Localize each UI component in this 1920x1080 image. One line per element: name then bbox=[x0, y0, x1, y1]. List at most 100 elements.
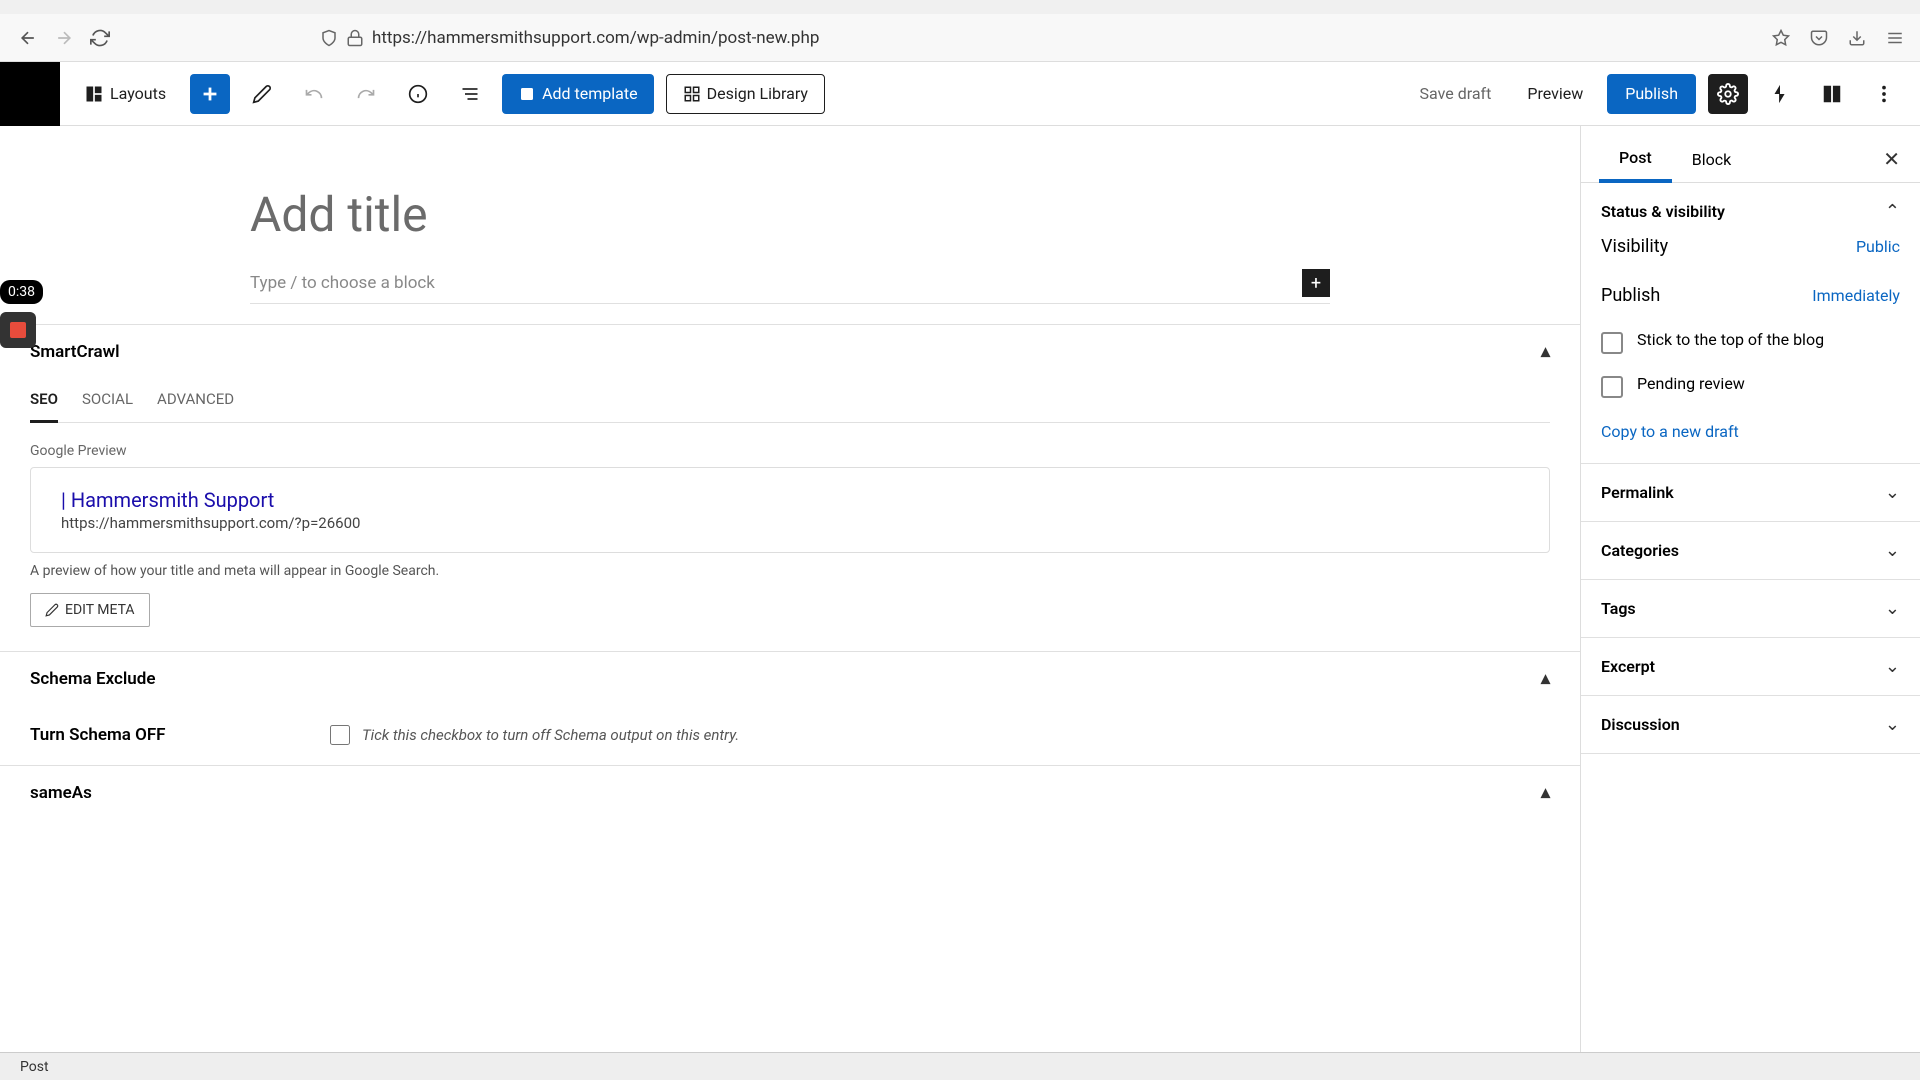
breadcrumb-post[interactable]: Post bbox=[20, 1059, 49, 1075]
reload-button[interactable] bbox=[88, 26, 112, 50]
outline-button[interactable] bbox=[450, 74, 490, 114]
pocket-icon[interactable] bbox=[1810, 29, 1828, 47]
back-button[interactable] bbox=[16, 26, 40, 50]
wp-logo[interactable] bbox=[0, 62, 60, 126]
library-icon bbox=[683, 85, 701, 103]
browser-titlebar bbox=[0, 0, 1920, 14]
chevron-up-icon: ▴ bbox=[1541, 341, 1550, 362]
list-icon bbox=[460, 84, 480, 104]
block-placeholder[interactable]: Type / to choose a block bbox=[250, 273, 1292, 293]
tab-seo[interactable]: SEO bbox=[30, 378, 58, 423]
excerpt-title: Excerpt bbox=[1601, 657, 1655, 676]
sidebar-close-button[interactable]: ✕ bbox=[1863, 147, 1920, 171]
google-preview-title: | Hammersmith Support bbox=[61, 488, 1519, 512]
add-template-label: Add template bbox=[542, 84, 638, 103]
schema-header[interactable]: Schema Exclude ▴ bbox=[0, 652, 1580, 705]
publish-button[interactable]: Publish bbox=[1607, 74, 1696, 114]
google-preview-label: Google Preview bbox=[30, 443, 1550, 459]
gear-icon bbox=[1717, 83, 1739, 105]
schema-off-help: Tick this checkbox to turn off Schema ou… bbox=[362, 726, 739, 744]
settings-sidebar: Post Block ✕ Status & visibility ⌃ Visib… bbox=[1580, 126, 1920, 1052]
stick-label: Stick to the top of the blog bbox=[1637, 330, 1824, 351]
tab-social[interactable]: SOCIAL bbox=[82, 378, 133, 422]
pending-checkbox[interactable] bbox=[1601, 376, 1623, 398]
discussion-header[interactable]: Discussion ⌄ bbox=[1601, 714, 1900, 735]
lock-icon bbox=[346, 29, 364, 47]
download-icon[interactable] bbox=[1848, 29, 1866, 47]
google-preview-url: https://hammersmithsupport.com/?p=26600 bbox=[61, 514, 1519, 532]
menu-icon[interactable] bbox=[1886, 29, 1904, 47]
smartcrawl-header[interactable]: SmartCrawl ▴ bbox=[0, 325, 1580, 378]
post-title-input[interactable]: Add title bbox=[250, 186, 1330, 243]
tab-advanced[interactable]: ADVANCED bbox=[157, 378, 234, 422]
edit-meta-button[interactable]: EDIT META bbox=[30, 593, 150, 627]
tags-header[interactable]: Tags ⌄ bbox=[1601, 598, 1900, 619]
chevron-down-icon: ⌄ bbox=[1885, 714, 1900, 735]
preview-button[interactable]: Preview bbox=[1515, 74, 1595, 114]
plus-icon bbox=[199, 83, 221, 105]
settings-button[interactable] bbox=[1708, 74, 1748, 114]
schema-heading: Schema Exclude bbox=[30, 669, 156, 689]
recording-widget: 0:38 bbox=[0, 280, 43, 348]
recording-stop-button[interactable] bbox=[0, 312, 36, 348]
add-block-button[interactable] bbox=[190, 74, 230, 114]
google-preview-box: | Hammersmith Support https://hammersmit… bbox=[30, 467, 1550, 553]
address-bar[interactable]: https://hammersmithsupport.com/wp-admin/… bbox=[124, 28, 1798, 48]
sameas-heading: sameAs bbox=[30, 783, 92, 803]
editor-toolbar: Layouts Add template Design Library Save… bbox=[0, 62, 1920, 126]
panel-icon bbox=[1821, 83, 1843, 105]
sidebar-tab-block[interactable]: Block bbox=[1672, 138, 1751, 181]
url-text: https://hammersmithsupport.com/wp-admin/… bbox=[372, 28, 819, 48]
panel-button[interactable] bbox=[1812, 74, 1852, 114]
design-library-button[interactable]: Design Library bbox=[666, 74, 825, 114]
edit-meta-label: EDIT META bbox=[65, 602, 135, 618]
edit-button[interactable] bbox=[242, 74, 282, 114]
chevron-up-icon: ⌃ bbox=[1885, 201, 1900, 222]
sameas-panel: sameAs ▴ bbox=[0, 765, 1580, 819]
recording-time: 0:38 bbox=[0, 280, 43, 304]
smartcrawl-panel: SmartCrawl ▴ SEO SOCIAL ADVANCED Google … bbox=[0, 324, 1580, 651]
smartcrawl-title: SmartCrawl bbox=[30, 342, 120, 362]
pencil-icon bbox=[45, 603, 59, 617]
schema-panel: Schema Exclude ▴ Turn Schema OFF Tick th… bbox=[0, 651, 1580, 765]
categories-header[interactable]: Categories ⌄ bbox=[1601, 540, 1900, 561]
undo-button[interactable] bbox=[294, 74, 334, 114]
schema-off-checkbox[interactable] bbox=[330, 725, 350, 745]
discussion-title: Discussion bbox=[1601, 715, 1680, 734]
info-button[interactable] bbox=[398, 74, 438, 114]
copy-draft-link[interactable]: Copy to a new draft bbox=[1601, 408, 1900, 445]
permalink-header[interactable]: Permalink ⌄ bbox=[1601, 482, 1900, 503]
chevron-down-icon: ⌄ bbox=[1885, 482, 1900, 503]
more-button[interactable] bbox=[1864, 74, 1904, 114]
excerpt-header[interactable]: Excerpt ⌄ bbox=[1601, 656, 1900, 677]
status-visibility-header[interactable]: Status & visibility ⌃ bbox=[1601, 201, 1900, 222]
schema-off-label: Turn Schema OFF bbox=[30, 725, 290, 745]
chevron-up-icon: ▴ bbox=[1541, 782, 1550, 803]
info-icon bbox=[408, 84, 428, 104]
visibility-value[interactable]: Public bbox=[1856, 237, 1900, 256]
redo-icon bbox=[356, 84, 376, 104]
save-draft-button[interactable]: Save draft bbox=[1408, 74, 1504, 114]
chevron-down-icon: ⌄ bbox=[1885, 656, 1900, 677]
pencil-icon bbox=[252, 84, 272, 104]
jetpack-icon bbox=[1769, 83, 1791, 105]
redo-button[interactable] bbox=[346, 74, 386, 114]
publish-value[interactable]: Immediately bbox=[1812, 286, 1900, 305]
design-library-label: Design Library bbox=[707, 84, 808, 103]
sameas-header[interactable]: sameAs ▴ bbox=[0, 766, 1580, 819]
layouts-button[interactable]: Layouts bbox=[72, 74, 178, 114]
tags-title: Tags bbox=[1601, 599, 1636, 618]
more-icon bbox=[1873, 83, 1895, 105]
star-icon[interactable] bbox=[1772, 29, 1790, 47]
forward-button[interactable] bbox=[52, 26, 76, 50]
stick-checkbox[interactable] bbox=[1601, 332, 1623, 354]
sidebar-tab-post[interactable]: Post bbox=[1599, 136, 1672, 183]
add-template-button[interactable]: Add template bbox=[502, 74, 654, 114]
browser-toolbar: https://hammersmithsupport.com/wp-admin/… bbox=[0, 14, 1920, 62]
layouts-label: Layouts bbox=[110, 84, 166, 103]
stop-icon bbox=[10, 322, 26, 338]
inline-add-block-button[interactable]: + bbox=[1302, 269, 1330, 297]
jetpack-button[interactable] bbox=[1760, 74, 1800, 114]
chevron-up-icon: ▴ bbox=[1541, 668, 1550, 689]
google-preview-help: A preview of how your title and meta wil… bbox=[30, 563, 1550, 579]
